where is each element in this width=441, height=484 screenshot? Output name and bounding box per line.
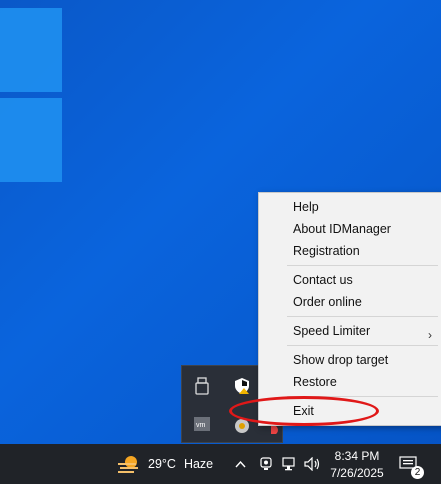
clock[interactable]: 8:34 PM 7/26/2025 — [327, 448, 387, 482]
haze-weather-icon — [116, 454, 142, 474]
usb-drive-icon[interactable] — [192, 376, 212, 396]
idm-tray-context-menu: Help About IDManager Registration Contac… — [258, 192, 441, 426]
windows-logo-wallpaper — [0, 0, 70, 190]
menu-item-show-drop-target[interactable]: Show drop target — [293, 350, 388, 370]
menu-separator — [287, 316, 438, 317]
clock-date: 7/26/2025 — [330, 466, 384, 480]
menu-item-about[interactable]: About IDManager — [293, 219, 391, 239]
menu-separator — [287, 265, 438, 266]
menu-separator — [287, 345, 438, 346]
menu-item-speed-limiter[interactable]: Speed Limiter — [293, 321, 370, 341]
svg-text:vm: vm — [196, 422, 206, 429]
menu-item-help[interactable]: Help — [293, 197, 319, 217]
weather-widget[interactable]: 29°C Haze — [116, 444, 213, 484]
menu-item-registration[interactable]: Registration — [293, 241, 360, 261]
submenu-chevron-icon: › — [428, 328, 432, 342]
taskbar: 29°C Haze 8:34 PM 7/26/2025 2 — [0, 444, 441, 484]
weather-temperature: 29°C — [148, 457, 176, 471]
camera-icon[interactable] — [258, 444, 274, 484]
idm-icon[interactable] — [232, 416, 252, 436]
menu-item-contact-us[interactable]: Contact us — [293, 270, 353, 290]
volume-icon[interactable] — [304, 444, 322, 484]
weather-condition: Haze — [183, 457, 214, 471]
defender-shield-icon[interactable] — [232, 376, 252, 396]
network-icon[interactable] — [281, 444, 299, 484]
menu-item-restore[interactable]: Restore — [293, 372, 337, 392]
show-hidden-icons-chevron-icon[interactable] — [233, 444, 247, 484]
menu-item-exit[interactable]: Exit — [293, 401, 314, 421]
menu-item-order-online[interactable]: Order online — [293, 292, 362, 312]
notification-count-badge: 2 — [411, 466, 424, 479]
clock-time: 8:34 PM — [334, 449, 380, 463]
menu-separator — [287, 396, 438, 397]
vmware-icon[interactable]: vm — [192, 414, 212, 434]
